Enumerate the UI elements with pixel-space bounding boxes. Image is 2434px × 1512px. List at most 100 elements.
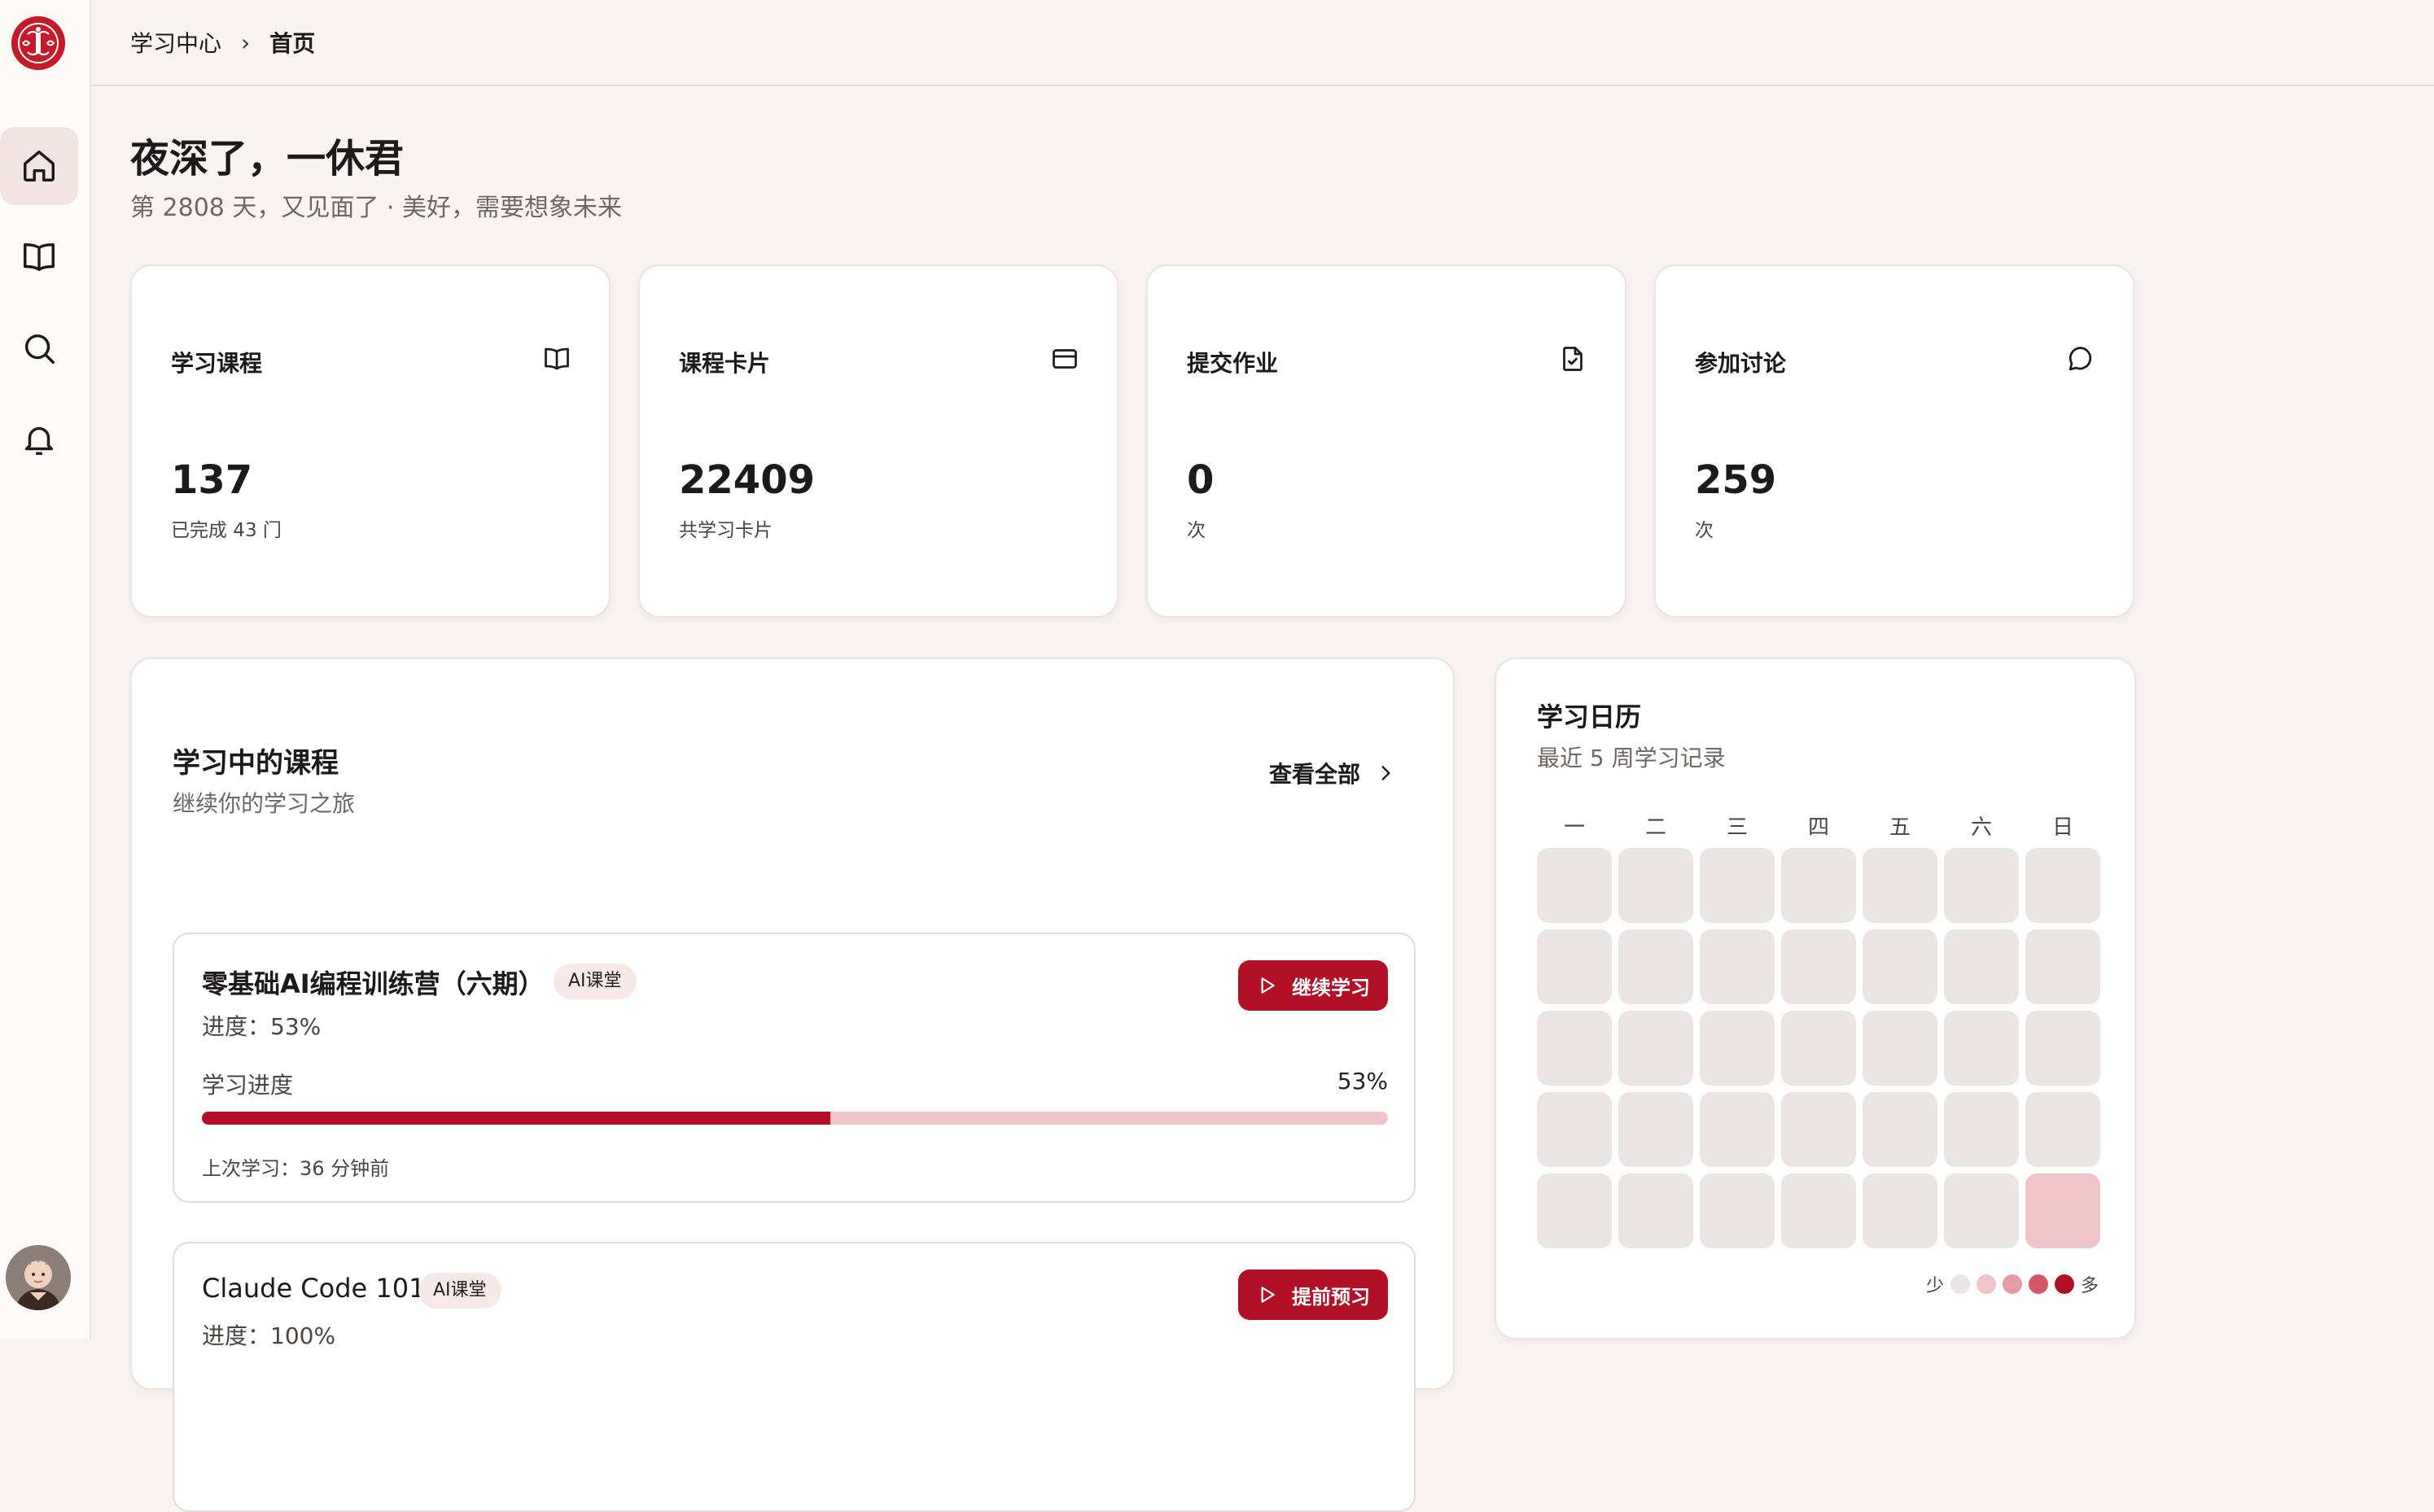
play-icon bbox=[1261, 977, 1275, 994]
weekday-header: 一 二 三 四 五 六 日 bbox=[1537, 811, 2100, 841]
logo[interactable] bbox=[11, 16, 65, 70]
calendar-day-cell[interactable] bbox=[1700, 929, 1775, 1004]
calendar-day-cell[interactable] bbox=[1537, 1011, 1612, 1086]
weekday-label: 四 bbox=[1807, 815, 1829, 840]
stat-card-discussions[interactable]: 参加讨论 259 次 bbox=[1654, 264, 2134, 618]
calendar-legend: 少 多 bbox=[1926, 1271, 2099, 1297]
weekday-label: 二 bbox=[1644, 815, 1666, 840]
calendar-day-cell[interactable] bbox=[2025, 929, 2100, 1004]
calendar-day-cell[interactable] bbox=[1618, 848, 1693, 923]
last-study-time: 上次学习：36 分钟前 bbox=[202, 1157, 390, 1180]
calendar-day-cell[interactable] bbox=[1863, 929, 1937, 1004]
calendar-day-cell[interactable] bbox=[1618, 1092, 1693, 1167]
calendar-day-cell[interactable] bbox=[1537, 1092, 1612, 1167]
legend-dot bbox=[2002, 1274, 2022, 1294]
stat-value: 137 bbox=[171, 457, 253, 503]
stat-sub: 已完成 43 门 bbox=[171, 520, 282, 541]
stat-card-courses[interactable]: 学习课程 137 已完成 43 门 bbox=[130, 264, 611, 618]
breadcrumb-current: 首页 bbox=[269, 30, 316, 57]
breadcrumb-root[interactable]: 学习中心 bbox=[130, 26, 221, 59]
calendar-day-cell[interactable] bbox=[1944, 1092, 2019, 1167]
stat-value: 259 bbox=[1695, 457, 1777, 503]
courses-title: 学习中的课程 bbox=[173, 747, 339, 780]
stat-sub: 共学习卡片 bbox=[679, 520, 773, 541]
stat-value: 0 bbox=[1187, 457, 1215, 503]
stat-label: 参加讨论 bbox=[1695, 350, 1787, 377]
legend-dot bbox=[2028, 1274, 2048, 1294]
calendar-day-cell[interactable] bbox=[1781, 848, 1856, 923]
page-title: 夜深了，一休君 bbox=[130, 136, 405, 181]
nav-notifications[interactable] bbox=[0, 400, 78, 479]
chevron-right-icon bbox=[1381, 766, 1390, 780]
stat-value: 22409 bbox=[679, 457, 815, 503]
stat-sub: 次 bbox=[1695, 520, 1714, 541]
monk-avatar-icon bbox=[6, 1245, 71, 1310]
calendar-day-cell[interactable] bbox=[1863, 1092, 1937, 1167]
legend-dot bbox=[1976, 1274, 1996, 1294]
weekday-label: 五 bbox=[1889, 815, 1911, 840]
calendar-day-cell[interactable] bbox=[1863, 1011, 1937, 1086]
calendar-day-cell[interactable] bbox=[1944, 929, 2019, 1004]
book-icon bbox=[542, 344, 571, 374]
calendar-subtitle: 最近 5 周学习记录 bbox=[1537, 745, 1726, 771]
weekday-label: 六 bbox=[1970, 815, 1992, 840]
sidebar bbox=[0, 0, 91, 1339]
course-card[interactable]: Claude Code 101 AI课堂 进度：100% 提前预习 bbox=[173, 1242, 1416, 1512]
calendar-day-cell[interactable] bbox=[1781, 1092, 1856, 1167]
courses-subtitle: 继续你的学习之旅 bbox=[173, 790, 356, 817]
button-label: 继续学习 bbox=[1292, 976, 1370, 999]
avatar[interactable] bbox=[6, 1245, 71, 1310]
nav-courses[interactable] bbox=[0, 218, 78, 296]
stat-card-homework[interactable]: 提交作业 0 次 bbox=[1146, 264, 1626, 618]
progress-bar-fill bbox=[202, 1112, 831, 1125]
search-icon bbox=[24, 334, 55, 364]
calendar-day-cell[interactable] bbox=[1944, 1011, 2019, 1086]
calendar-day-cell[interactable] bbox=[1781, 929, 1856, 1004]
calendar-day-cell[interactable] bbox=[1537, 848, 1612, 923]
legend-dot bbox=[1950, 1274, 1970, 1294]
calendar-day-cell[interactable] bbox=[1700, 1173, 1775, 1248]
calendar-day-cell[interactable] bbox=[1781, 1173, 1856, 1248]
stat-label: 提交作业 bbox=[1187, 350, 1279, 377]
top-bar: 学习中心 › 首页 bbox=[91, 0, 2434, 86]
course-name: 零基础AI编程训练营（六期） bbox=[202, 968, 545, 999]
play-icon bbox=[1261, 1287, 1275, 1303]
calendar-day-cell[interactable] bbox=[1863, 1173, 1937, 1248]
calendar-day-cell[interactable] bbox=[2025, 1173, 2100, 1248]
calendar-day-cell[interactable] bbox=[1618, 929, 1693, 1004]
calendar-day-cell[interactable] bbox=[1618, 1173, 1693, 1248]
calendar-day-cell[interactable] bbox=[1781, 1011, 1856, 1086]
course-progress-text: 进度：100% bbox=[202, 1322, 336, 1349]
file-check-icon bbox=[1558, 344, 1587, 374]
calendar-day-cell[interactable] bbox=[1700, 1092, 1775, 1167]
view-all-link[interactable]: 查看全部 bbox=[1269, 757, 1396, 789]
calendar-title: 学习日历 bbox=[1537, 701, 1642, 732]
calendar-day-cell[interactable] bbox=[2025, 1092, 2100, 1167]
calendar-day-cell[interactable] bbox=[2025, 1011, 2100, 1086]
progress-bar bbox=[202, 1112, 1388, 1125]
course-tag: AI课堂 bbox=[554, 964, 637, 999]
nav-search[interactable] bbox=[0, 309, 78, 387]
calendar-day-cell[interactable] bbox=[1944, 848, 2019, 923]
logo-emblem-icon bbox=[11, 16, 65, 70]
nav-home[interactable] bbox=[0, 127, 78, 205]
view-all-label: 查看全部 bbox=[1268, 761, 1360, 788]
calendar-day-cell[interactable] bbox=[2025, 848, 2100, 923]
calendar-day-cell[interactable] bbox=[1863, 848, 1937, 923]
progress-percent: 53% bbox=[1337, 1068, 1388, 1095]
courses-panel: 学习中的课程 继续你的学习之旅 查看全部 零基础AI编程训练营（六期） AI课堂… bbox=[130, 658, 1455, 1512]
calendar-day-cell[interactable] bbox=[1537, 1173, 1612, 1248]
continue-learning-button[interactable]: 继续学习 bbox=[1238, 960, 1388, 1011]
calendar-day-cell[interactable] bbox=[1700, 1011, 1775, 1086]
calendar-day-cell[interactable] bbox=[1537, 929, 1612, 1004]
calendar-day-cell[interactable] bbox=[1944, 1173, 2019, 1248]
stat-label: 学习课程 bbox=[171, 350, 263, 377]
calendar-day-cell[interactable] bbox=[1618, 1011, 1693, 1086]
course-card[interactable]: 零基础AI编程训练营（六期） AI课堂 进度：53% 继续学习 学习进度 53%… bbox=[173, 933, 1416, 1203]
stat-card-cards[interactable]: 课程卡片 22409 共学习卡片 bbox=[638, 264, 1119, 618]
calendar-day-cell[interactable] bbox=[1700, 848, 1775, 923]
study-calendar-panel: 学习日历 最近 5 周学习记录 一 二 三 四 五 六 日 少 多 bbox=[1495, 658, 2136, 1339]
button-label: 提前预习 bbox=[1292, 1285, 1370, 1309]
preview-button[interactable]: 提前预习 bbox=[1238, 1269, 1388, 1320]
chat-icon bbox=[2066, 344, 2095, 374]
